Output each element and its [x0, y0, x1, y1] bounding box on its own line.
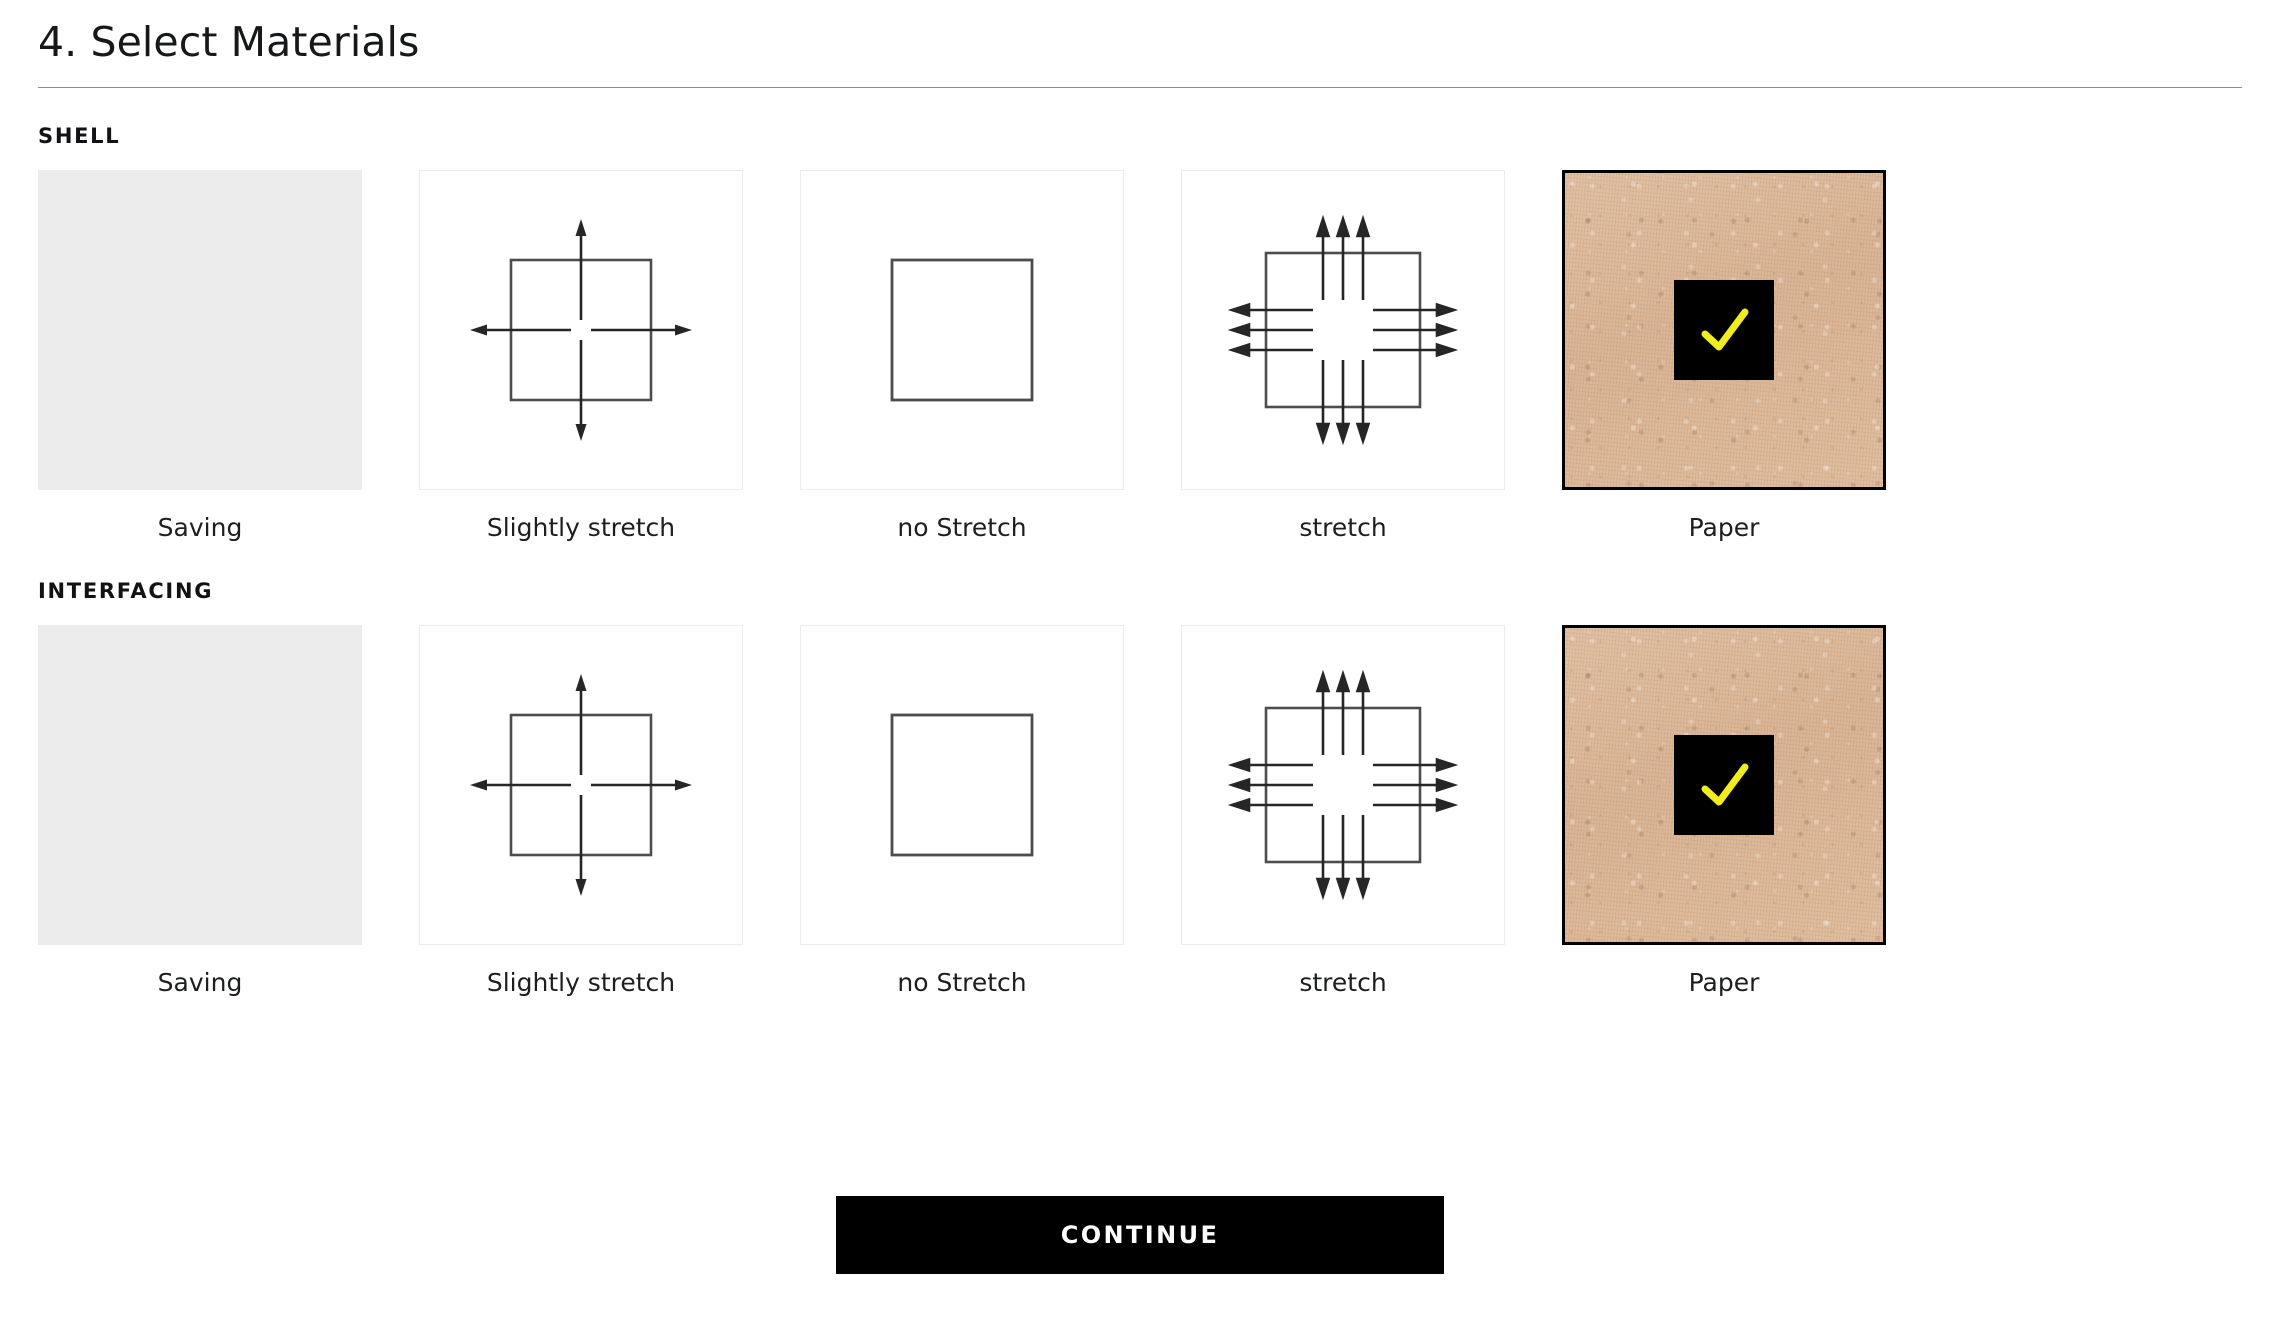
material-option-label: Paper [1688, 968, 1760, 998]
section-label-shell: SHELL [38, 124, 121, 149]
material-option-swatch[interactable] [419, 170, 743, 491]
material-option[interactable]: no Stretch [800, 170, 1124, 543]
material-option-label: no Stretch [897, 968, 1027, 998]
selected-badge [1674, 280, 1774, 381]
select-materials-page: 4. Select Materials SHELL Saving Slightly… [0, 0, 2280, 1336]
continue-button-container: CONTINUE [0, 1196, 2280, 1274]
no-stretch-icon [890, 258, 1034, 402]
material-option-label: stretch [1299, 968, 1387, 998]
material-option[interactable]: Slightly stretch [419, 625, 743, 998]
material-option[interactable]: Slightly stretch [419, 170, 743, 543]
material-option-swatch[interactable] [800, 170, 1124, 491]
slightly-stretch-icon [470, 219, 692, 442]
stretch-icon [1227, 670, 1459, 901]
stretch-icon [1227, 214, 1459, 446]
material-option[interactable]: Saving [38, 625, 362, 998]
material-option-swatch[interactable] [38, 625, 362, 946]
material-option[interactable]: stretch [1181, 625, 1505, 998]
material-section-interfacing: INTERFACING Saving Slightly stretch no St… [38, 579, 2242, 998]
material-option[interactable]: Paper [1562, 625, 1886, 998]
title-divider [38, 87, 2242, 89]
material-option-label: Slightly stretch [486, 513, 676, 543]
selected-badge [1674, 735, 1774, 836]
material-option-label: no Stretch [897, 513, 1027, 543]
no-stretch-icon [890, 714, 1034, 857]
material-option-label: Paper [1688, 513, 1760, 543]
sections-container: SHELL Saving Slightly stretch no Stretch [38, 124, 2242, 999]
material-option[interactable]: Saving [38, 170, 362, 543]
continue-button[interactable]: CONTINUE [836, 1196, 1444, 1274]
material-option-label: Saving [157, 968, 243, 998]
material-option-label: Saving [157, 513, 243, 543]
material-option-swatch[interactable] [1181, 625, 1505, 946]
material-option-row: Saving Slightly stretch no Stretch stret… [38, 170, 2242, 543]
material-option-swatch[interactable] [38, 170, 362, 491]
material-option-label: stretch [1299, 513, 1387, 543]
page-header: 4. Select Materials [38, 0, 2242, 89]
material-option-swatch[interactable] [1562, 170, 1886, 491]
check-icon [1701, 763, 1749, 806]
material-option-swatch[interactable] [1181, 170, 1505, 491]
material-section-shell: SHELL Saving Slightly stretch no Stretch [38, 124, 2242, 543]
material-option-swatch[interactable] [1562, 625, 1886, 946]
check-icon [1701, 308, 1749, 351]
material-option[interactable]: no Stretch [800, 625, 1124, 998]
material-option-swatch[interactable] [419, 625, 743, 946]
material-option-label: Slightly stretch [486, 968, 676, 998]
section-label-interfacing: INTERFACING [38, 579, 214, 604]
material-option[interactable]: stretch [1181, 170, 1505, 543]
page-title: 4. Select Materials [38, 18, 420, 66]
slightly-stretch-icon [470, 674, 692, 897]
material-option[interactable]: Paper [1562, 170, 1886, 543]
material-option-swatch[interactable] [800, 625, 1124, 946]
material-option-row: Saving Slightly stretch no Stretch stret… [38, 625, 2242, 998]
